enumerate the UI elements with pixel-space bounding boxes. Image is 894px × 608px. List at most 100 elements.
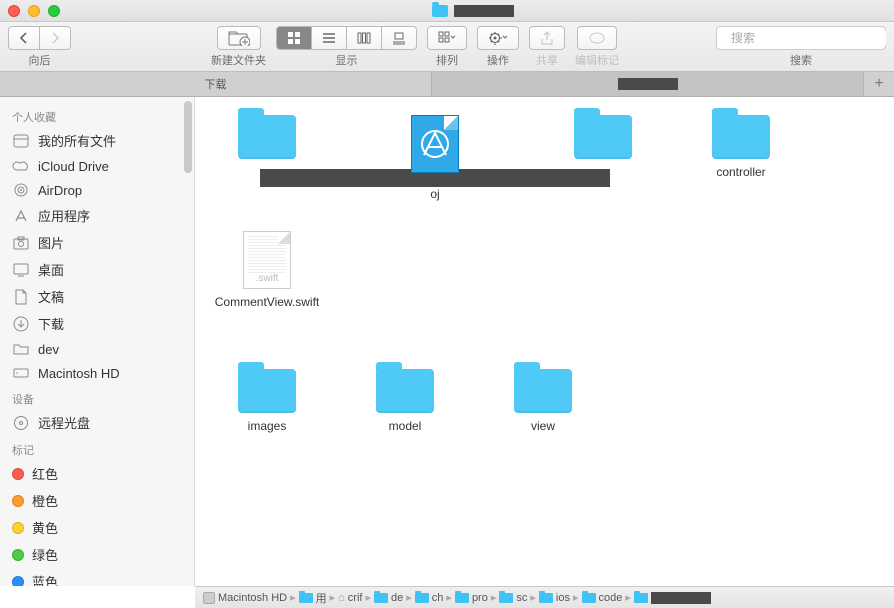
search-field[interactable] [716,26,886,50]
hd-icon [12,365,30,381]
file-browser[interactable]: oj controller .swift CommentView.swift i… [195,97,894,586]
new-folder-label: 新建文件夹 [211,52,266,68]
path-segment[interactable]: ios [539,592,570,604]
edit-tags-button[interactable] [577,26,617,50]
folder-icon [12,341,30,357]
path-label: ios [556,592,570,604]
path-segment[interactable]: ⌂crif [338,592,362,604]
folder-icon [712,115,770,159]
sidebar-item-airdrop[interactable]: AirDrop [0,178,194,202]
file-item-view[interactable]: view [495,369,591,433]
path-segment[interactable]: code [582,592,623,604]
view-columns-button[interactable] [347,26,382,50]
sidebar-item-hd[interactable]: Macintosh HD [0,361,194,385]
sidebar-item-desktop[interactable]: 桌面 [0,256,194,283]
sidebar-item-label: 橙色 [32,491,58,510]
file-item-images[interactable]: images [219,369,315,433]
sidebar-tag-orange[interactable]: 橙色 [0,487,194,514]
xcode-project-icon [411,115,459,173]
sidebar-item-documents[interactable]: 文稿 [0,283,194,310]
window-controls [8,5,60,17]
sidebar-item-all-files[interactable]: 我的所有文件 [0,127,194,154]
sidebar-tag-red[interactable]: 红色 [0,460,194,487]
close-icon[interactable] [8,5,20,17]
sidebar-tag-blue[interactable]: 蓝色 [0,568,194,586]
sidebar-item-remote-disc[interactable]: 远程光盘 [0,409,194,436]
sidebar-item-label: 下载 [38,314,64,333]
share-button[interactable] [529,26,565,50]
file-item-swift[interactable]: .swift CommentView.swift [219,231,315,309]
sidebar-item-label: 远程光盘 [38,413,90,432]
view-group: 显示 [276,26,417,68]
folder-icon [374,593,388,603]
sidebar-item-label: 红色 [32,464,58,483]
chevron-right-icon [50,32,60,44]
sidebar-tag-yellow[interactable]: 黄色 [0,514,194,541]
path-segment[interactable]: Macintosh HD [203,592,287,604]
sidebar-header-devices: 设备 [0,385,194,409]
chevron-left-icon [19,32,29,44]
tab-bar: 下载 + [0,72,894,97]
path-label: Macintosh HD [218,592,287,604]
path-segment[interactable]: 用 [299,590,327,606]
tab-downloads[interactable]: 下载 [0,72,432,96]
home-icon: ⌂ [338,592,345,604]
sidebar-item-dev[interactable]: dev [0,337,194,361]
path-segment[interactable]: de [374,592,403,604]
tag-dot-icon [12,522,24,534]
desktop-icon [12,262,30,278]
file-item[interactable] [555,115,651,173]
sidebar-item-downloads[interactable]: 下载 [0,310,194,337]
file-item-controller[interactable]: controller [693,115,789,201]
view-list-button[interactable] [312,26,347,50]
view-coverflow-button[interactable] [382,26,417,50]
sidebar-item-apps[interactable]: 应用程序 [0,202,194,229]
path-segment[interactable] [634,592,711,604]
search-input[interactable] [731,31,886,45]
action-button[interactable] [477,26,519,50]
minimize-icon[interactable] [28,5,40,17]
share-label: 共享 [536,52,558,68]
back-button[interactable] [8,26,40,50]
maximize-icon[interactable] [48,5,60,17]
share-group: 共享 [529,26,565,68]
file-label: CommentView.swift [215,295,319,309]
tag-icon [588,31,606,45]
path-segment[interactable]: ch [415,592,444,604]
path-segment[interactable]: sc [499,592,527,604]
toolbar: 向后 新建文件夹 显示 [0,22,894,72]
sidebar-tag-green[interactable]: 绿色 [0,541,194,568]
nav-group: 向后 [8,26,71,68]
sidebar-header-favorites: 个人收藏 [0,103,194,127]
scrollbar-thumb[interactable] [184,101,192,173]
forward-button[interactable] [40,26,71,50]
new-folder-button[interactable] [217,26,261,50]
file-item[interactable] [219,115,315,173]
titlebar [0,0,894,22]
folder-icon [238,369,296,413]
path-label: sc [516,592,527,604]
sidebar-item-pictures[interactable]: 图片 [0,229,194,256]
folder-icon [432,5,448,17]
main-content: 个人收藏 我的所有文件 iCloud Drive AirDrop 应用程序 图片… [0,97,894,586]
file-label: oj [430,187,439,201]
sidebar-item-label: iCloud Drive [38,159,109,174]
file-item-model[interactable]: model [357,369,453,433]
path-segment[interactable]: pro [455,592,488,604]
disc-icon [12,415,30,431]
path-label: pro [472,592,488,604]
arrange-button[interactable] [427,26,467,50]
apps-icon [12,208,30,224]
list-icon [322,31,336,45]
tab-add-button[interactable]: + [864,72,894,96]
file-label: model [389,419,422,433]
file-item-xcproj[interactable] [387,115,483,173]
sidebar-item-icloud[interactable]: iCloud Drive [0,154,194,178]
folder-icon [582,593,596,603]
path-label: de [391,592,403,604]
nav-label: 向后 [29,52,51,68]
tab-current[interactable] [432,72,864,96]
path-label: code [599,592,623,604]
view-icon-button[interactable] [276,26,312,50]
path-label: ch [432,592,444,604]
